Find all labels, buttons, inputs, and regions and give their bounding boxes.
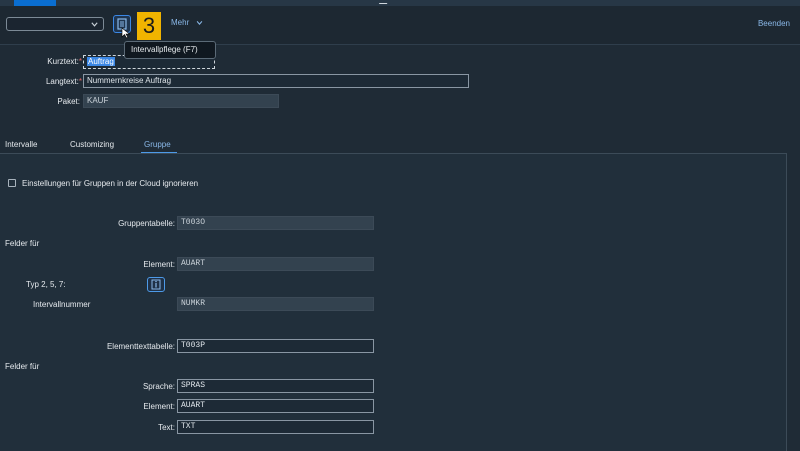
toolbar: 3 Mehr Beenden [0,6,800,45]
intervallnummer-label: Intervallnummer [33,300,91,309]
gruppentabelle-field: T003O [177,216,374,230]
kurztext-label: Kurztext:* [47,57,82,66]
langtext-label: Langtext:* [45,77,82,86]
elementtexttabelle-input[interactable]: T003P [177,339,374,353]
text-input[interactable]: TXT [177,420,374,434]
cloud-ignore-checkbox[interactable] [8,179,16,187]
element-label-2: Element: [143,402,175,411]
paket-label: Paket: [57,97,80,106]
element-field: AUART [177,257,374,271]
step-number-badge: 3 [137,12,161,40]
felder-fuer-heading: Felder für [5,239,40,248]
typ-label: Typ 2, 5, 7: [26,280,66,289]
intervallpflege-button[interactable] [113,15,131,39]
cloud-ignore-label: Einstellungen für Gruppen in der Cloud i… [22,179,199,188]
info-icon [151,279,161,290]
sprache-input[interactable]: SPRAS [177,379,374,393]
chevron-down-icon [197,20,203,25]
chevron-down-icon [91,22,98,27]
tab-gruppe[interactable]: Gruppe [144,140,171,149]
exit-button[interactable]: Beenden [758,19,790,28]
paket-field: KAUF [83,94,279,108]
sprache-label: Sprache: [142,382,175,391]
more-menu-label: Mehr [171,18,190,27]
mouse-cursor-icon [121,27,131,39]
tab-customizing[interactable]: Customizing [70,140,114,149]
felder-fuer-heading-2: Felder für [5,362,40,371]
text-label: Text: [158,423,175,432]
langtext-input[interactable]: Nummernkreise Auftrag [83,74,469,88]
tooltip: Intervallpflege (F7) [124,41,216,59]
more-menu-button[interactable]: Mehr [171,18,204,27]
tab-intervalle[interactable]: Intervalle [5,140,37,149]
info-button[interactable] [147,277,165,292]
element-input-2[interactable]: AUART [177,399,374,413]
elementtexttabelle-label: Elementtexttabelle: [106,342,175,351]
variant-select[interactable] [6,17,104,31]
element-label: Element: [143,260,175,269]
title-fragment [378,0,390,4]
intervallnummer-field: NUMKR [177,297,374,311]
gruppentabelle-label: Gruppentabelle: [118,219,175,228]
